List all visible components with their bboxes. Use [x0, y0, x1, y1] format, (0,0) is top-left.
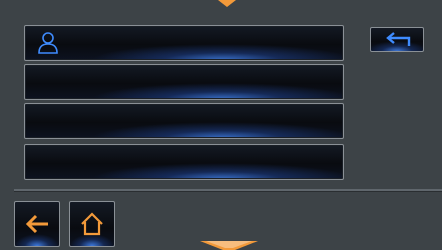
person-icon: [38, 32, 58, 54]
return-arrow-icon: [386, 32, 411, 46]
home-button[interactable]: [69, 201, 115, 247]
home-icon: [81, 212, 103, 236]
scroll-up-indicator-icon[interactable]: [218, 0, 236, 7]
scroll-down-indicator-icon[interactable]: [200, 241, 258, 250]
contacts-screen: [0, 0, 442, 250]
return-button[interactable]: [370, 27, 424, 52]
list-item-4[interactable]: [24, 144, 344, 180]
list-item-3[interactable]: [24, 103, 344, 139]
divider: [14, 189, 442, 192]
arrow-left-icon: [25, 214, 48, 234]
back-button[interactable]: [14, 201, 60, 247]
list-item-1[interactable]: [24, 25, 344, 61]
list-item-2[interactable]: [24, 64, 344, 100]
